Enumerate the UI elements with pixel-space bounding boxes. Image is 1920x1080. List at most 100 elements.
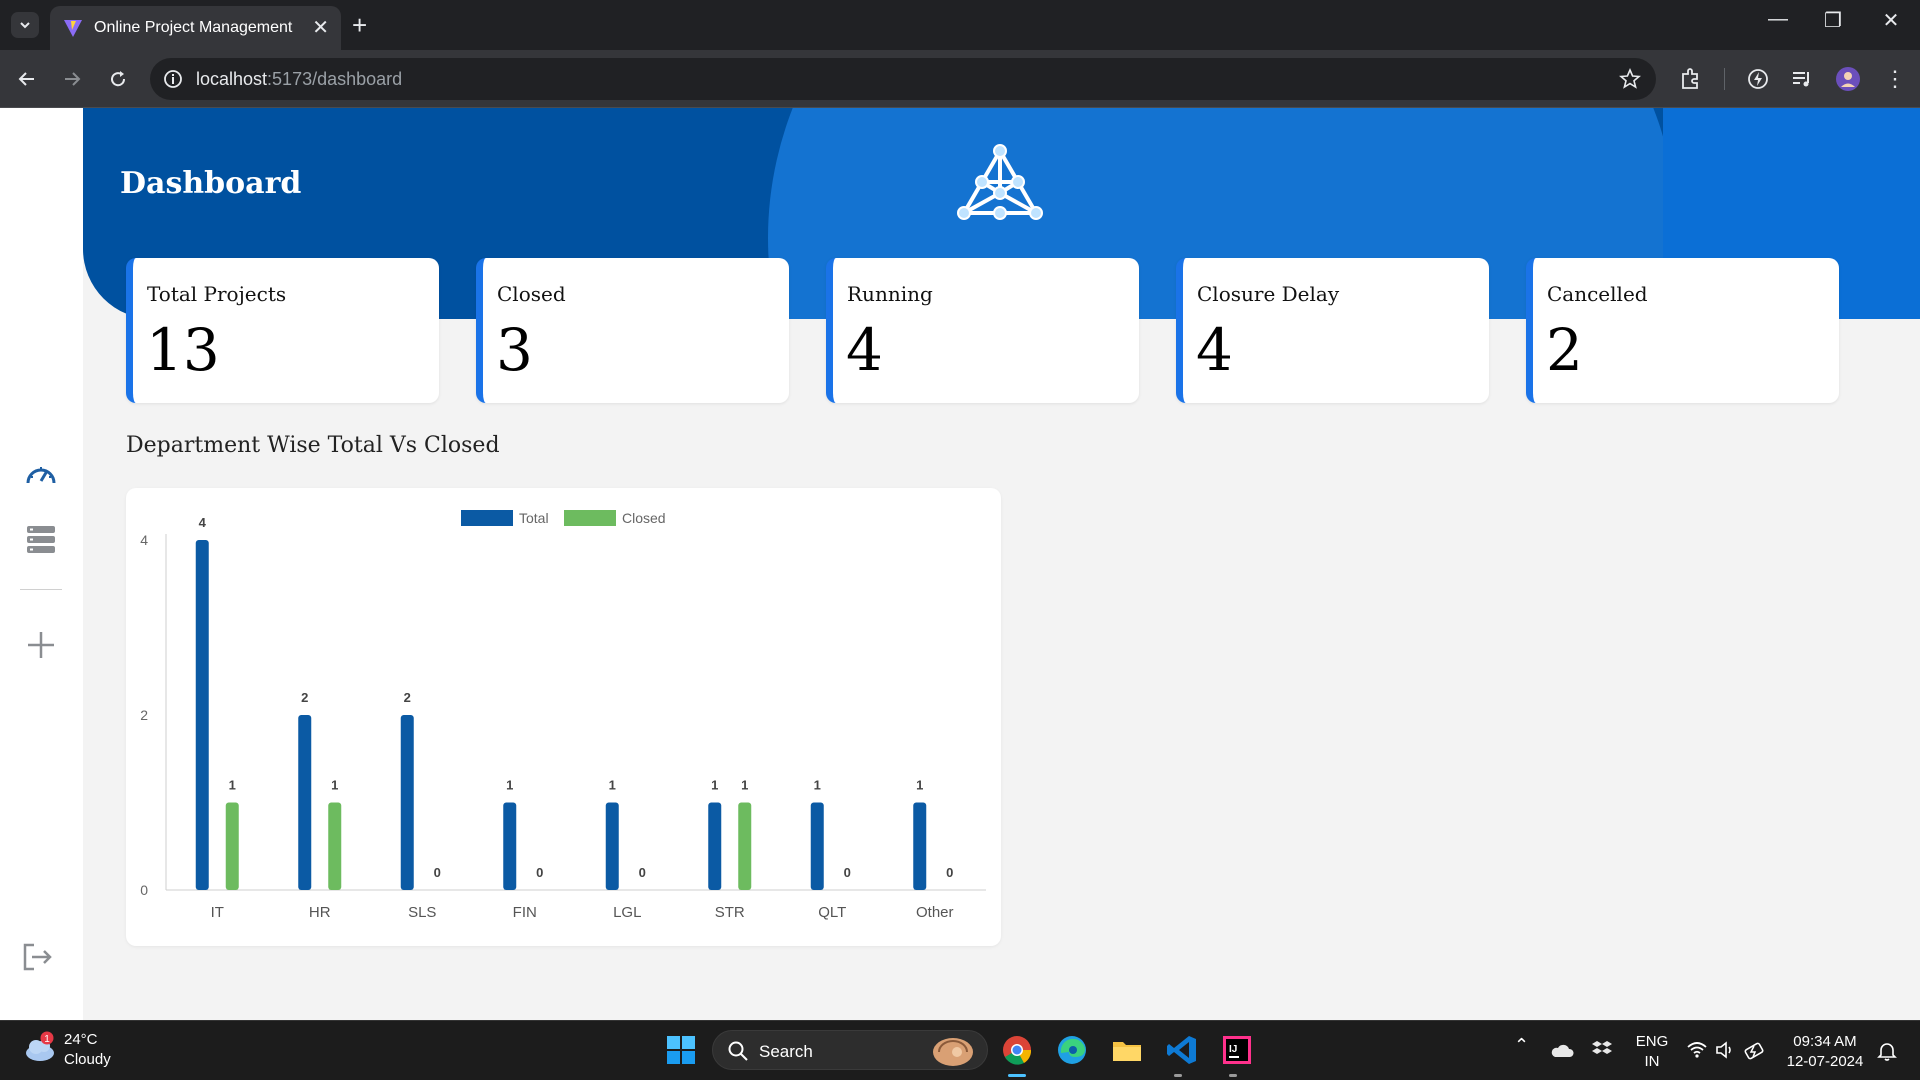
browser-tab[interactable]: Online Project Management ✕ — [50, 6, 341, 50]
chrome-icon[interactable] — [1000, 1033, 1034, 1067]
data-label-total-qlt: 1 — [814, 778, 821, 793]
stat-label: Closed — [497, 282, 566, 306]
add-icon[interactable] — [24, 628, 58, 662]
taskbar-search[interactable]: Search — [712, 1030, 988, 1070]
stat-value: 2 — [1546, 316, 1583, 384]
close-tab-icon[interactable]: ✕ — [312, 18, 329, 38]
bar-total-hr — [298, 715, 312, 890]
stat-label: Running — [847, 282, 933, 306]
chart-section-title: Department Wise Total Vs Closed — [126, 433, 500, 458]
clock-time: 09:34 AM — [1793, 1033, 1857, 1050]
edge-icon[interactable] — [1055, 1033, 1089, 1067]
media-control-icon[interactable] — [1789, 66, 1815, 92]
weather-condition: Cloudy — [64, 1051, 111, 1068]
stat-value: 4 — [1196, 316, 1233, 384]
bar-closed-str — [738, 802, 752, 890]
onedrive-cloud-icon[interactable] — [1550, 1041, 1574, 1059]
legend-label-total: Total — [519, 510, 549, 526]
weather-widget[interactable]: 1 24°C Cloudy — [22, 1031, 111, 1070]
stat-card-closed[interactable]: Closed 3 — [476, 258, 789, 403]
data-label-total-other: 1 — [916, 778, 923, 793]
weather-temperature: 24°C — [64, 1031, 98, 1048]
windows-start-icon[interactable] — [664, 1033, 698, 1067]
legend-swatch-total — [461, 510, 513, 526]
stat-card-cancelled[interactable]: Cancelled 2 — [1526, 258, 1839, 403]
show-hidden-icons-icon[interactable]: ⌃ — [1514, 1035, 1529, 1056]
open-app-indicator — [1174, 1074, 1182, 1077]
stat-card-closure-delay[interactable]: Closure Delay 4 — [1176, 258, 1489, 403]
clock[interactable]: 09:34 AM 12-07-2024 — [1775, 1033, 1875, 1070]
department-chart-card: 0 2 4 Total Closed 4 1 IT 2 1 HR 2 0 SLS 1 0 FIN 1 0 LGL 1 1 S… — [126, 488, 1001, 946]
browser-menu-icon[interactable]: ⋮ — [1884, 66, 1906, 92]
logout-icon[interactable] — [20, 940, 54, 974]
stat-value: 3 — [496, 316, 533, 384]
app-logo-icon — [957, 144, 1043, 220]
x-tick-label: FIN — [513, 904, 537, 921]
battery-charging-icon[interactable] — [1743, 1040, 1767, 1060]
back-button[interactable] — [12, 64, 42, 94]
data-label-total-fin: 1 — [506, 778, 513, 793]
x-tick-label: LGL — [613, 904, 641, 921]
reload-button[interactable] — [103, 64, 133, 94]
dropbox-icon[interactable] — [1591, 1039, 1613, 1059]
back-arrow-icon — [18, 72, 34, 86]
wifi-icon[interactable] — [1686, 1041, 1708, 1059]
main-content: Dashboard Total Projects 13 Closed 3 Run… — [83, 108, 1920, 1020]
x-tick-label: SLS — [408, 904, 436, 921]
restore-button[interactable]: ❐ — [1813, 8, 1853, 33]
tab-title: Online Project Management — [94, 19, 293, 36]
data-label-closed-hr: 1 — [331, 778, 338, 793]
vscode-icon[interactable] — [1165, 1033, 1199, 1067]
forward-button[interactable] — [57, 64, 87, 94]
sidebar — [0, 108, 83, 1020]
data-label-closed-lgl: 0 — [639, 865, 646, 880]
forward-arrow-icon — [65, 72, 81, 86]
new-tab-button[interactable]: + — [352, 10, 367, 40]
vite-favicon-icon — [64, 20, 82, 37]
reload-icon — [111, 71, 126, 87]
data-label-total-str: 1 — [711, 778, 718, 793]
bar-total-lgl — [605, 802, 619, 890]
data-label-closed-fin: 0 — [536, 865, 543, 880]
minimize-button[interactable]: — — [1758, 8, 1798, 31]
volume-icon[interactable] — [1714, 1040, 1736, 1060]
stat-card-total-projects[interactable]: Total Projects 13 — [126, 258, 439, 403]
dashboard-gauge-icon[interactable] — [24, 459, 58, 493]
performance-icon[interactable] — [1745, 66, 1771, 92]
legend-swatch-closed — [564, 510, 616, 526]
y-tick-label: 4 — [140, 532, 148, 548]
bookmark-star-icon[interactable] — [1618, 67, 1642, 91]
data-label-closed-sls: 0 — [434, 865, 441, 880]
sidebar-divider — [20, 589, 62, 590]
project-list-icon[interactable] — [24, 522, 58, 556]
tab-search-button[interactable] — [11, 12, 39, 38]
data-label-closed-it: 1 — [229, 778, 236, 793]
close-window-button[interactable]: ✕ — [1871, 8, 1911, 33]
url-text[interactable]: localhost:5173/dashboard — [196, 69, 402, 90]
stat-label: Total Projects — [147, 282, 287, 306]
profile-avatar-icon[interactable] — [1835, 66, 1861, 92]
y-tick-label: 0 — [140, 882, 148, 898]
notification-bell-icon[interactable] — [1876, 1040, 1898, 1062]
bar-total-it — [195, 540, 209, 890]
data-label-closed-other: 0 — [946, 865, 953, 880]
url-path: :5173/dashboard — [267, 69, 403, 89]
x-tick-label: Other — [916, 904, 954, 921]
extensions-puzzle-icon[interactable] — [1678, 66, 1704, 92]
x-tick-label: STR — [715, 904, 745, 921]
language-indicator[interactable]: ENG IN — [1632, 1033, 1672, 1070]
x-tick-label: IT — [211, 904, 224, 921]
stat-label: Cancelled — [1547, 282, 1648, 306]
active-app-indicator — [1008, 1074, 1026, 1077]
site-info-icon[interactable] — [162, 68, 184, 90]
file-explorer-icon[interactable] — [1110, 1033, 1144, 1067]
data-label-closed-qlt: 0 — [844, 865, 851, 880]
stat-card-running[interactable]: Running 4 — [826, 258, 1139, 403]
language-code: ENG — [1635, 1033, 1669, 1050]
bar-total-other — [913, 802, 927, 890]
legend-label-closed: Closed — [622, 510, 666, 526]
intellij-icon[interactable]: IJ — [1220, 1033, 1254, 1067]
address-bar[interactable]: localhost:5173/dashboard — [150, 58, 1656, 100]
x-tick-label: QLT — [818, 904, 846, 921]
department-bar-chart: 0 2 4 Total Closed 4 1 IT 2 1 HR 2 0 SLS 1 0 FIN 1 0 LGL 1 1 S… — [140, 510, 986, 921]
